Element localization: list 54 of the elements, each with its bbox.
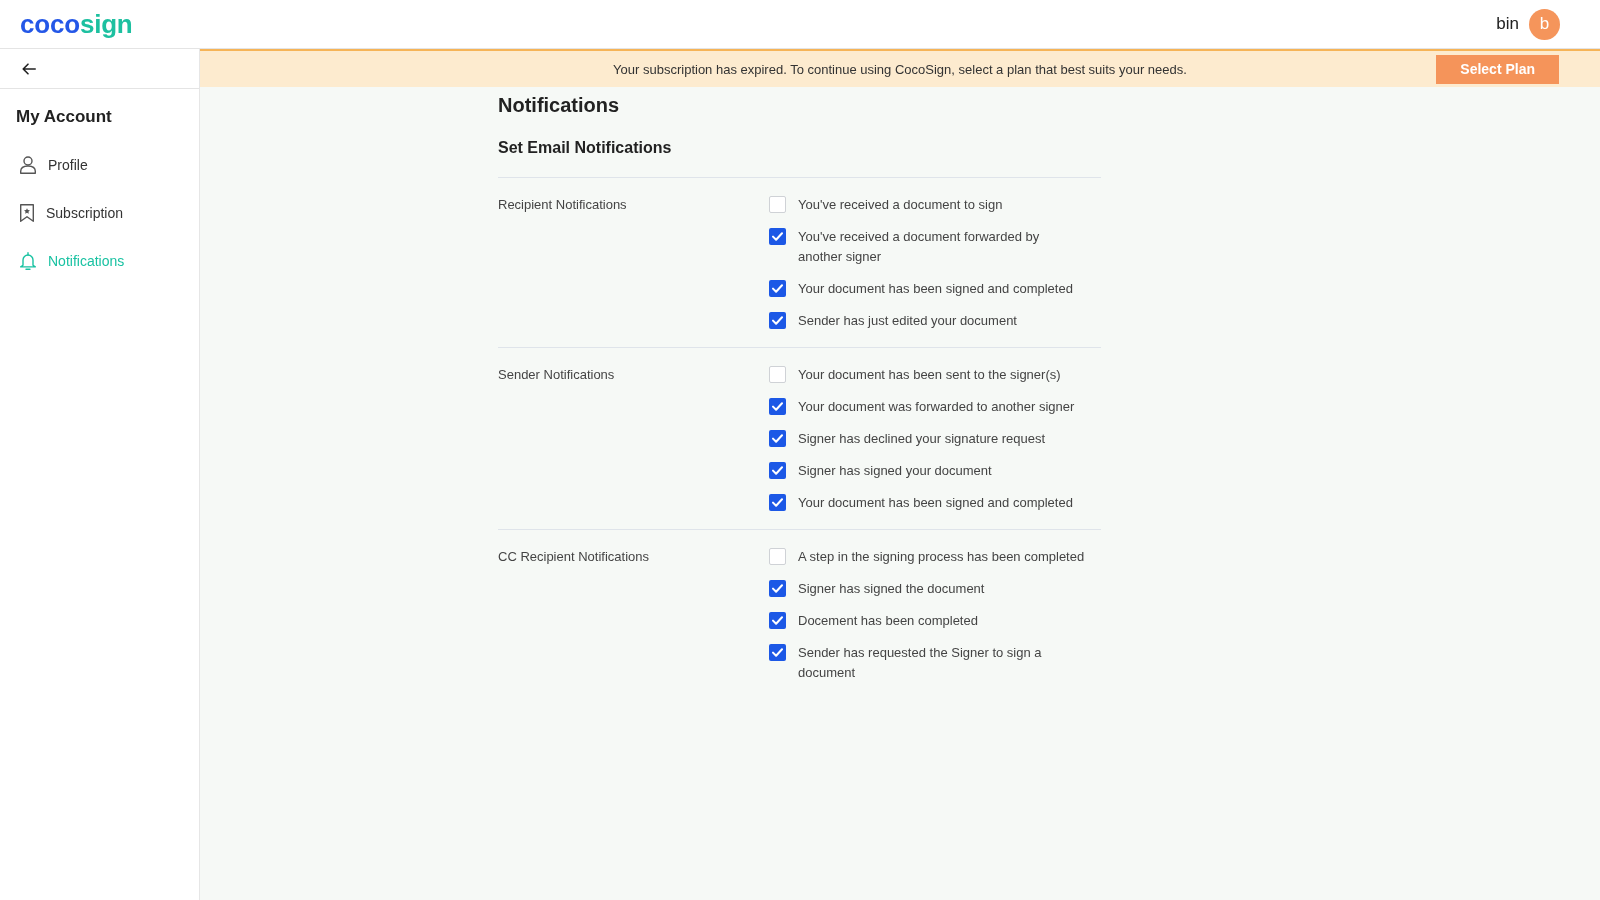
checkmark-icon [772, 284, 783, 293]
logo: cocosign [20, 9, 133, 39]
checkmark-icon [772, 498, 783, 507]
checkmark-icon [772, 434, 783, 443]
checkbox[interactable] [769, 312, 786, 329]
option-label: Signer has signed the document [798, 580, 986, 598]
checkmark-icon [772, 232, 783, 241]
checkbox[interactable] [769, 644, 786, 661]
group-label: CC Recipient Notifications [498, 548, 650, 566]
banner-message: Your subscription has expired. To continue using CocoSign, select a plan that best suits your needs. [613, 61, 1187, 77]
checkbox[interactable] [769, 548, 786, 565]
checkbox[interactable] [769, 228, 786, 245]
person-icon [20, 156, 36, 174]
user-name: bin [1496, 14, 1519, 34]
arrow-left-icon [22, 62, 36, 75]
group-label: Recipient Notifications [498, 196, 628, 214]
checkmark-icon [772, 466, 783, 475]
option-label: Signer has signed your document [798, 462, 993, 480]
checkmark-icon [772, 316, 783, 325]
option-label: Your document has been signed and completed [798, 494, 1074, 512]
checkbox[interactable] [769, 366, 786, 383]
option-label: Docement has been completed [798, 612, 979, 630]
option-label: Sender has just edited your document [798, 312, 1018, 330]
account-title: My Account [16, 107, 113, 127]
sidebar-item[interactable]: Subscription [20, 201, 124, 225]
option-label: Sender has requested the Signer to sign a document [798, 644, 1043, 682]
sidebar-item[interactable]: Notifications [20, 249, 125, 273]
checkbox[interactable] [769, 398, 786, 415]
select-plan-button[interactable]: Select Plan [1436, 54, 1559, 84]
option-label: A step in the signing process has been completed [798, 548, 1085, 566]
checkbox[interactable] [769, 280, 786, 297]
checkbox[interactable] [769, 196, 786, 213]
option-label: Your document was forwarded to another signer [798, 398, 1076, 416]
option-label: Signer has declined your signature request [798, 430, 1047, 448]
checkmark-icon [772, 402, 783, 411]
option-label: You've received a document to sign [798, 196, 1004, 214]
avatar[interactable]: b [1529, 8, 1560, 40]
option-label: Your document has been signed and completed [798, 280, 1074, 298]
bookmark-icon [20, 204, 34, 222]
checkbox[interactable] [769, 462, 786, 479]
sidebar-item[interactable]: Profile [20, 153, 88, 177]
bell-icon [20, 252, 36, 270]
checkmark-icon [772, 584, 783, 593]
checkbox[interactable] [769, 580, 786, 597]
option-label: You've received a document forwarded by another signer [798, 228, 1041, 266]
checkbox[interactable] [769, 494, 786, 511]
checkmark-icon [772, 616, 783, 625]
checkbox[interactable] [769, 612, 786, 629]
checkbox[interactable] [769, 430, 786, 447]
group-label: Sender Notifications [498, 366, 616, 384]
option-label: Your document has been sent to the signer(s) [798, 366, 1062, 384]
checkmark-icon [772, 648, 783, 657]
page-title: Notifications [498, 93, 621, 117]
section-title: Set Email Notifications [498, 138, 673, 158]
